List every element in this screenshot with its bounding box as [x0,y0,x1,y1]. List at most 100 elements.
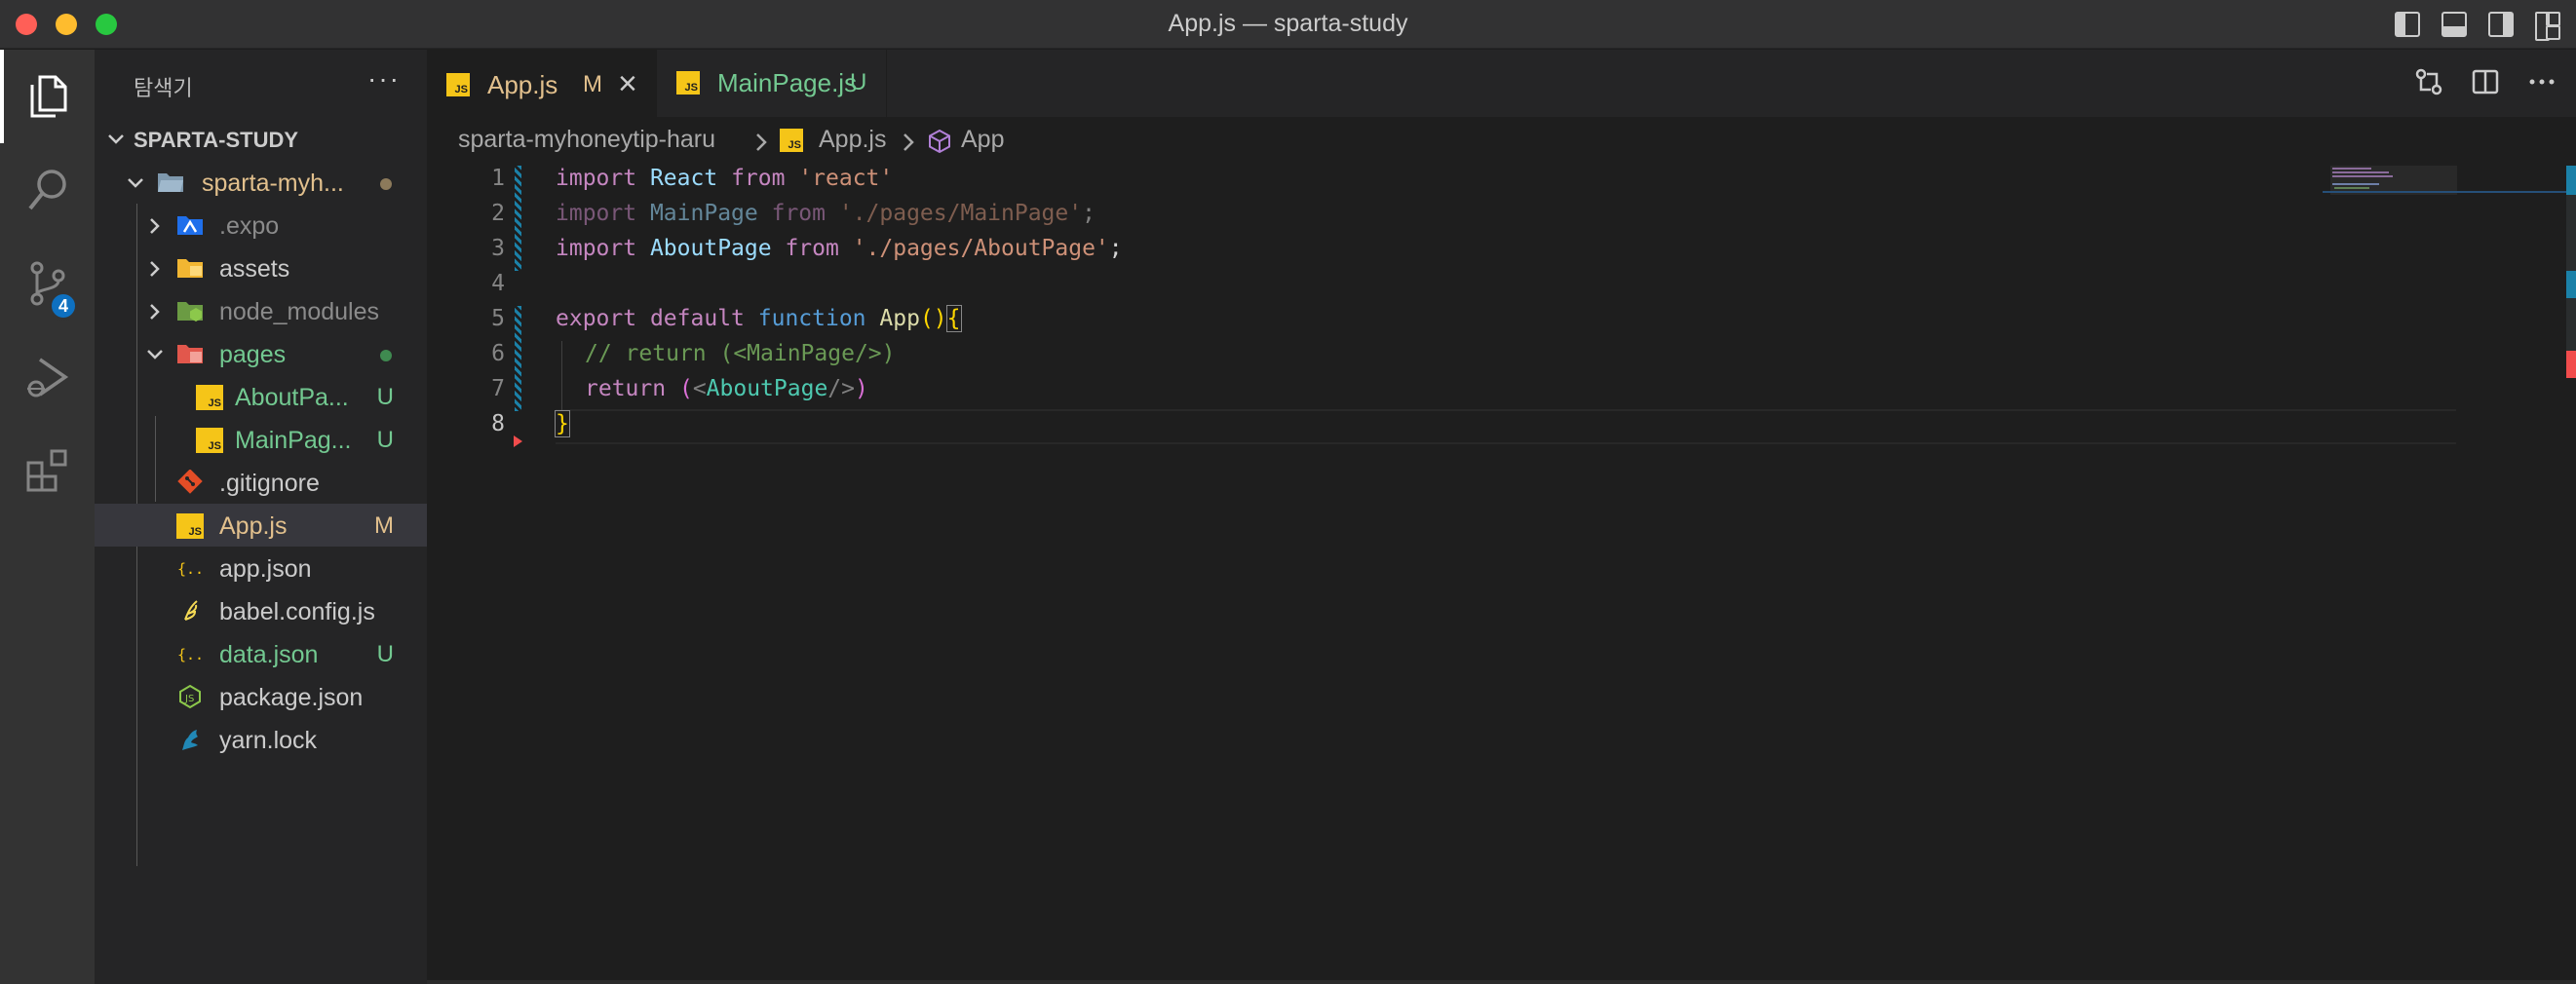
modified-lines-gutter[interactable] [515,306,521,411]
line-number: 2 [491,201,505,226]
breadcrumb: sparta-myhoneytip-haru JS App.js App [427,117,2576,166]
tab-app-js[interactable]: JS App.js M × [427,50,657,117]
tree-item-label: package.json [219,684,364,711]
js-file-icon: JS [446,73,470,96]
line-number: 3 [491,236,505,261]
explorer-sidebar: 탐색기 ··· SPARTA-STUDY sparta-myh... .expo… [95,50,427,984]
customize-layout-icon[interactable] [2535,12,2560,41]
tab-mainpage-js[interactable]: JS MainPage.js U [657,50,887,117]
tree-item-data-json[interactable]: {..} data.json U [95,632,427,675]
js-file-icon: JS [196,385,223,410]
extensions-icon[interactable] [0,424,95,517]
untracked-status: U [376,384,394,410]
keyword: from [731,166,786,191]
explorer-icon[interactable] [0,50,95,143]
toggle-panel-icon[interactable] [2441,12,2467,37]
code-editor[interactable]: 1 2 3 4 5 6 7 8 import React from 'react… [427,166,2576,984]
layout-controls [2395,12,2560,41]
tree-item-pages[interactable]: pages [95,332,427,375]
line-number: 7 [491,376,505,401]
close-tab-button[interactable]: × [618,65,637,103]
horizontal-scrollbar[interactable] [427,980,2576,984]
overview-modified-marker [2566,271,2576,298]
toggle-primary-sidebar-icon[interactable] [2395,12,2420,37]
tree-item-aboutpage[interactable]: JS AboutPa... U [95,375,427,418]
tree-item-label: App.js [219,512,288,540]
tree-item-expo[interactable]: .expo [95,204,427,246]
editor-actions [2414,67,2557,96]
workspace-root-label: SPARTA-STUDY [134,128,299,152]
pages-folder-icon [177,345,203,363]
identifier: AboutPage [649,236,772,261]
code-line-6: // return (<MainPage/>) [585,341,896,366]
minimap-line [2332,168,2371,170]
overview-modified-marker [2566,166,2576,195]
source-control-icon[interactable]: 4 [0,237,95,330]
scm-badge: 4 [49,291,78,321]
tree-item-gitignore[interactable]: .gitignore [95,461,427,504]
punctuation: /> [827,376,855,401]
punctuation: ; [1108,236,1123,261]
function-name: App [879,306,920,331]
code-line-2: import MainPage from './pages/MainPage'; [556,201,1096,226]
explorer-title: 탐색기 [134,76,193,100]
chevron-right-icon [150,261,160,277]
minimap[interactable] [2323,166,2576,984]
chevron-right-icon [150,218,160,234]
editor-tabs: JS App.js M × JS MainPage.js U [427,50,2576,117]
identifier: React [649,166,718,191]
tree-item-label: yarn.lock [219,727,318,754]
breadcrumb-folder[interactable]: sparta-myhoneytip-haru [458,126,715,154]
breadcrumb-file[interactable]: App.js [819,126,886,154]
node-icon: JS [179,684,201,709]
tree-item-label: MainPag... [235,427,352,454]
tree-item-app-js[interactable]: JS App.js M [95,504,427,547]
more-actions-icon[interactable] [2527,67,2557,96]
title-bar: App.js — sparta-study [0,0,2576,49]
tree-item-assets[interactable]: assets [95,246,427,289]
punctuation: < [692,376,707,401]
punctuation: ( [678,376,693,401]
chevron-right-icon [150,304,160,320]
js-file-icon: JS [196,428,223,453]
current-line-highlight [556,409,2456,444]
minimap-cursor-line [2323,191,2576,193]
string: 'react' [798,166,894,191]
keyword: import [556,166,637,191]
tab-label: MainPage.js [717,68,858,97]
tree-item-package-json[interactable]: JS package.json [95,675,427,718]
search-icon[interactable] [0,143,95,237]
tree-item-app-json[interactable]: {..} app.json [95,547,427,589]
tree-item-mainpage[interactable]: JS MainPag... U [95,418,427,461]
split-editor-icon[interactable] [2471,67,2500,96]
tree-item-node-modules[interactable]: node_modules [95,289,427,332]
chevron-down-icon [128,178,143,188]
matching-bracket: { [945,305,962,332]
workspace-root[interactable]: SPARTA-STUDY [95,118,427,161]
tree-item-project-folder[interactable]: sparta-myh... [95,161,427,204]
keyword: return [585,376,667,401]
run-debug-icon[interactable] [0,330,95,424]
breadcrumb-symbol[interactable]: App [961,126,1004,154]
activity-bar: 4 [0,50,95,984]
keyword: import [556,201,637,226]
minimap-line [2332,183,2379,185]
deleted-line-marker-icon[interactable] [513,435,524,448]
tab-label: App.js [487,70,558,99]
minimap-line [2332,171,2389,173]
tree-item-label: babel.config.js [219,598,375,625]
line-number: 5 [491,306,505,331]
indent-guide [561,341,562,411]
tree-item-babel-config[interactable]: babel.config.js [95,589,427,632]
tree-item-yarn-lock[interactable]: yarn.lock [95,718,427,761]
open-changes-icon[interactable] [2414,67,2443,96]
punctuation: ; [1082,201,1096,226]
modified-lines-gutter[interactable] [515,166,521,271]
untracked-status: U [376,427,394,453]
string: './pages/MainPage' [838,201,1083,226]
json-file-icon: {..} [177,560,204,578]
chevron-down-icon [108,134,124,144]
js-file-icon: JS [676,71,700,95]
toggle-secondary-sidebar-icon[interactable] [2488,12,2514,37]
explorer-more-button[interactable]: ··· [367,63,401,95]
